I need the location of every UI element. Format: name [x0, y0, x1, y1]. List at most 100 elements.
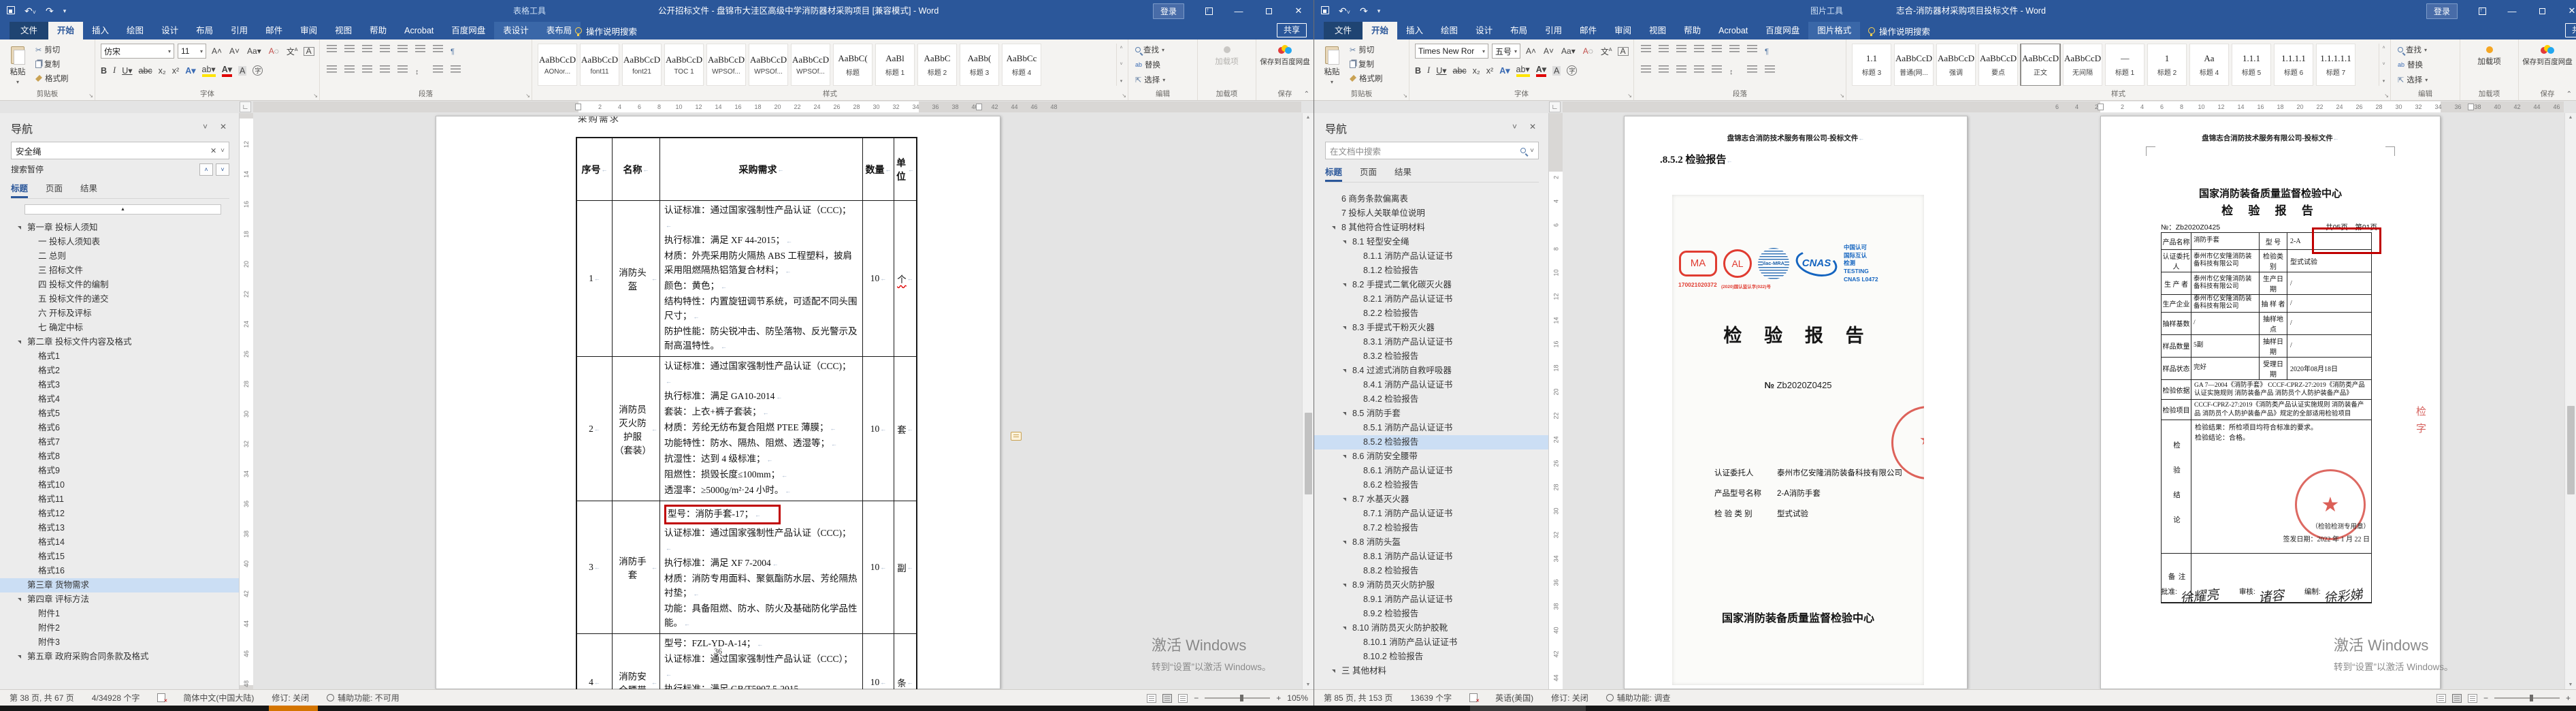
- next-result-button[interactable]: ˅: [216, 163, 229, 176]
- zoom-level[interactable]: 105%: [1287, 693, 1308, 703]
- ribbon-tab[interactable]: 绘图: [1432, 22, 1467, 40]
- subscript-icon[interactable]: x₂: [1473, 66, 1480, 76]
- collapse-arrow-icon[interactable]: [1343, 498, 1346, 501]
- nav-heading-item[interactable]: 8.1 轻型安全绳: [1314, 235, 1548, 249]
- print-layout-icon[interactable]: [2451, 693, 2462, 703]
- ribbon-tab[interactable]: 百度网盘: [442, 22, 494, 40]
- document-canvas[interactable]: 采购需求 序号 名称 采购需求 数量 单位: [253, 113, 1302, 689]
- ribbon-tab[interactable]: 帮助: [1675, 22, 1710, 40]
- style-item[interactable]: AaBbCcDc WPSOf...: [706, 44, 746, 86]
- collapse-arrow-icon[interactable]: [1343, 326, 1346, 330]
- justify-icon[interactable]: [380, 65, 390, 74]
- nav-heading-item[interactable]: 格式1: [0, 349, 239, 364]
- nav-heading-item[interactable]: 8.6.1 消防产品认证证书: [1314, 464, 1548, 478]
- align-right-icon[interactable]: [362, 65, 372, 74]
- font-name-select[interactable]: Times New Ror ▾: [1415, 44, 1488, 59]
- add-ins-button[interactable]: 加载项: [2460, 46, 2518, 67]
- close-icon[interactable]: ✕: [2557, 0, 2576, 22]
- taskbar-app-indicator[interactable]: [1470, 706, 1586, 711]
- save-to-baidu-pan-button[interactable]: 保存到百度网盘: [1256, 45, 1314, 67]
- save-icon[interactable]: [1321, 6, 1329, 16]
- style-item[interactable]: 1.1.1 标题 5: [2232, 44, 2271, 86]
- style-item[interactable]: AaBbCcD 要点: [1978, 44, 2018, 86]
- style-item[interactable]: AaBbCcD(无间隔: [2063, 44, 2102, 86]
- italic-icon[interactable]: I: [113, 65, 116, 76]
- cut-button[interactable]: ✂ 剪切: [1350, 44, 1383, 55]
- style-item[interactable]: AaBbCcDdIfont11: [580, 44, 619, 86]
- clear-format-icon[interactable]: A◌: [1581, 46, 1595, 56]
- login-button[interactable]: 登录: [1152, 3, 1184, 19]
- style-item[interactable]: AaBbC(标题: [833, 44, 873, 86]
- vertical-ruler[interactable]: 2 4 6 8 10 12 14 16 18 20 22 24 26 28 30 32 34 36 38 40 42 44: [1549, 113, 1563, 689]
- nav-heading-item[interactable]: 格式15: [0, 550, 239, 564]
- tell-me-search[interactable]: 操作说明搜索: [575, 22, 637, 40]
- nav-heading-item[interactable]: 五 投标文件的递交: [0, 292, 239, 306]
- language-indicator[interactable]: 简体中文(中国大陆): [183, 692, 254, 704]
- page-indicator[interactable]: 第 85 页, 共 153 页: [1324, 692, 1392, 704]
- nav-heading-item[interactable]: 8.2 手提式二氧化碳灭火器: [1314, 278, 1548, 292]
- word-count[interactable]: 4/34928 个字: [92, 692, 140, 704]
- ribbon-tab[interactable]: 审阅: [1605, 22, 1640, 40]
- nav-heading-item[interactable]: 8.4.1 消防产品认证证书: [1314, 378, 1548, 392]
- nav-heading-item[interactable]: 格式8: [0, 449, 239, 464]
- nav-heading-item[interactable]: 8.9.1 消防产品认证证书: [1314, 592, 1548, 607]
- superscript-icon[interactable]: x²: [1486, 66, 1493, 76]
- indent-decrease-icon[interactable]: [380, 45, 390, 53]
- web-layout-icon[interactable]: [2467, 693, 2477, 703]
- nav-close-icon[interactable]: ✕: [1529, 122, 1536, 131]
- scrollbar-thumb[interactable]: [2567, 406, 2575, 494]
- undo-icon[interactable]: ↶˅: [25, 6, 36, 16]
- nav-heading-item[interactable]: 格式9: [0, 464, 239, 478]
- style-item[interactable]: 1.1.1.1 标题 6: [2274, 44, 2313, 86]
- dialog-launcher-icon[interactable]: ↘: [88, 93, 93, 99]
- distribute-icon[interactable]: [397, 65, 408, 74]
- undo-icon[interactable]: ↶˅: [1339, 6, 1350, 16]
- change-case-icon[interactable]: Aa▾: [245, 46, 263, 56]
- format-painter-button[interactable]: 格式刷: [35, 73, 69, 84]
- ribbon-tab[interactable]: 绘图: [118, 22, 152, 40]
- nav-heading-item[interactable]: 8.5.2 检验报告: [1314, 435, 1548, 449]
- nav-heading-item[interactable]: 格式10: [0, 478, 239, 492]
- select-button[interactable]: ⇱ 选择 ▾: [1135, 74, 1165, 85]
- nav-heading-item[interactable]: 8.7.2 检验报告: [1314, 521, 1548, 535]
- nav-options-icon[interactable]: ˅: [203, 122, 208, 131]
- line-spacing-icon[interactable]: [1729, 65, 1740, 74]
- nav-heading-item[interactable]: 三 招标文件: [0, 264, 239, 278]
- collapse-arrow-icon[interactable]: [18, 655, 21, 659]
- save-icon[interactable]: [7, 6, 15, 16]
- paste-button[interactable]: 粘贴 ▾: [4, 44, 31, 89]
- dialog-launcher-icon[interactable]: ↘: [1122, 93, 1126, 99]
- nav-heading-item[interactable]: 8.4 过滤式消防自救呼吸器: [1314, 364, 1548, 378]
- dialog-launcher-icon[interactable]: ↘: [2384, 93, 2389, 99]
- font-color-icon[interactable]: A▾: [221, 64, 233, 77]
- proofing-error-icon[interactable]: [1469, 693, 1480, 704]
- shrink-font-icon[interactable]: A˅: [227, 46, 242, 56]
- style-gallery-scroll[interactable]: ˄ ˅ ▾: [2379, 44, 2388, 86]
- select-button[interactable]: ⇱ 选择 ▾: [2398, 74, 2428, 85]
- shading-icon[interactable]: [1747, 65, 1757, 74]
- proofing-error-icon[interactable]: [157, 693, 167, 704]
- character-shading-icon[interactable]: A: [238, 65, 247, 76]
- style-item[interactable]: AaBbCc 标题 4: [1002, 44, 1041, 86]
- ribbon-tab[interactable]: 邮件: [257, 22, 291, 40]
- distribute-icon[interactable]: [1712, 65, 1722, 74]
- style-item[interactable]: AaBbC 标题 2: [917, 44, 957, 86]
- search-dropdown-icon[interactable]: ˅: [221, 147, 225, 155]
- tab-stop-selector[interactable]: ∟: [240, 101, 251, 112]
- windows-taskbar[interactable]: [0, 706, 2576, 711]
- nav-heading-item[interactable]: 8.8.2 检验报告: [1314, 564, 1548, 578]
- word-count[interactable]: 13639 个字: [1410, 692, 1452, 704]
- login-button[interactable]: 登录: [2426, 3, 2458, 19]
- collapse-arrow-icon[interactable]: [1343, 627, 1346, 630]
- restore-icon[interactable]: [1254, 0, 1284, 22]
- track-changes-indicator[interactable]: 修订: 关闭: [1551, 692, 1588, 704]
- borders-icon[interactable]: [1765, 65, 1775, 74]
- ribbon-tab[interactable]: 视图: [326, 22, 361, 40]
- redo-icon[interactable]: ↷: [46, 6, 54, 16]
- style-item[interactable]: 1.1.1.1.1 标题 7: [2316, 44, 2355, 86]
- nav-heading-item[interactable]: 8.3 手提式干粉灭火器: [1314, 321, 1548, 335]
- nav-heading-item[interactable]: 8.10.1 消防产品认证证书: [1314, 635, 1548, 650]
- read-mode-icon[interactable]: [2436, 693, 2446, 703]
- grow-font-icon[interactable]: A˄: [1524, 46, 1538, 56]
- collapse-arrow-icon[interactable]: [18, 226, 21, 230]
